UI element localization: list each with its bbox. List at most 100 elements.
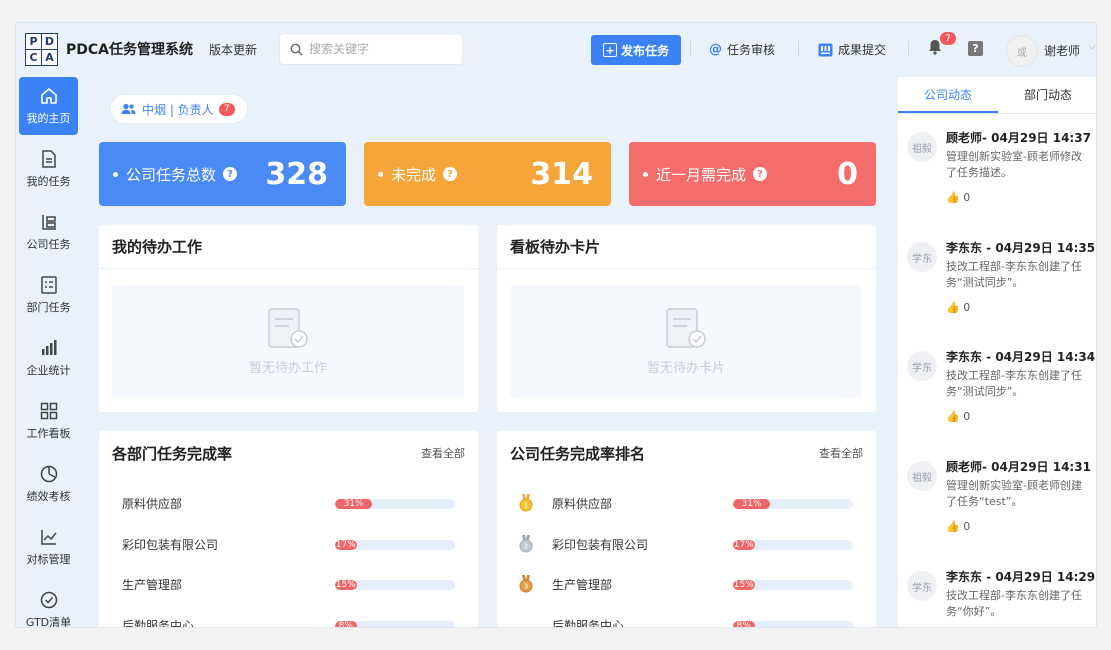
- sidebar-item-gtd[interactable]: GTD清单: [19, 581, 78, 627]
- rank-row: 3 生产管理部 15%: [497, 574, 876, 594]
- empty-state: 暂无待办工作: [112, 285, 464, 397]
- svg-text:3: 3: [524, 583, 528, 591]
- sidebar: 我的主页 我的任务 公司任务 部门任务 企业统计 工作看板 绩效考核 对标管理: [16, 75, 84, 627]
- search-box[interactable]: [279, 33, 464, 65]
- gold-medal-icon: 1: [519, 494, 533, 512]
- stat-card-incomplete[interactable]: 未完成? 314: [364, 142, 611, 206]
- progress-bar: 31%: [335, 499, 455, 509]
- search-icon: [290, 43, 303, 55]
- progress-bar: 17%: [335, 540, 455, 550]
- checklist-icon: [40, 276, 57, 294]
- feed-item: 学东 李东东 - 04月29日 14:29 技改工程部-李东东创建了任务“你好”…: [898, 566, 1096, 627]
- dept-rate-row: 生产管理部 15%: [99, 574, 478, 594]
- board-icon: [818, 43, 833, 56]
- stat-card-total[interactable]: 公司任务总数? 328: [99, 142, 346, 206]
- progress-bar: 8%: [335, 621, 455, 627]
- submit-results-link[interactable]: 成果提交: [818, 41, 886, 58]
- bronze-medal-icon: 3: [519, 575, 533, 593]
- progress-bar: 31%: [733, 499, 853, 509]
- silver-medal-icon: 2: [519, 535, 533, 553]
- bullet-icon: [378, 171, 383, 177]
- thumbs-up-icon: 👍: [946, 410, 960, 423]
- help-icon[interactable]: ?: [968, 41, 983, 56]
- thumbs-up-icon: 👍: [946, 301, 960, 314]
- stat-value: 328: [265, 156, 328, 192]
- empty-document-icon: [268, 307, 308, 348]
- bar-chart-icon: [41, 340, 56, 355]
- avatar: 学东: [907, 242, 937, 272]
- thumbs-up-icon: 👍: [946, 520, 960, 533]
- view-all-link[interactable]: 查看全部: [819, 445, 863, 461]
- progress-bar: 15%: [733, 580, 853, 590]
- feed-item: 学东 李东东 - 04月29日 14:34 技改工程部-李东东创建了任务“测试同…: [898, 346, 1096, 446]
- hierarchy-icon: [41, 215, 56, 230]
- task-review-link[interactable]: @ 任务审核: [709, 41, 775, 58]
- org-count-badge: 7: [218, 102, 235, 116]
- view-all-link[interactable]: 查看全部: [421, 445, 465, 461]
- sidebar-item-company-tasks[interactable]: 公司任务: [19, 203, 78, 261]
- feed-item: 学东 李东东 - 04月29日 14:35 技改工程部-李东东创建了任务“测试同…: [898, 237, 1096, 337]
- empty-state: 暂无待办卡片: [510, 285, 862, 397]
- avatar: 祖毅: [907, 132, 937, 162]
- svg-text:2: 2: [524, 543, 528, 551]
- like-button[interactable]: 👍 0: [946, 410, 970, 423]
- bell-icon[interactable]: [928, 39, 942, 59]
- progress-bar: 15%: [335, 580, 455, 590]
- divider: [908, 41, 909, 57]
- user-name[interactable]: 谢老师: [1044, 42, 1080, 59]
- avatar: 祖毅: [907, 461, 937, 491]
- plus-icon: +: [602, 43, 617, 57]
- like-button[interactable]: 👍 0: [946, 191, 970, 204]
- check-circle-icon: [40, 591, 57, 609]
- like-button[interactable]: 👍 0: [946, 520, 970, 533]
- publish-task-button[interactable]: + 发布任务: [591, 35, 681, 65]
- dept-rate-row: 后勤服务中心 8%: [99, 615, 478, 627]
- sidebar-item-statistics[interactable]: 企业统计: [19, 329, 78, 387]
- question-icon[interactable]: ?: [443, 167, 458, 181]
- app-window: P D C A PDCA任务管理系统 版本更新 + 发布任务 @ 任务审核 成果…: [15, 22, 1097, 628]
- sidebar-item-kanban[interactable]: 工作看板: [19, 392, 78, 450]
- sidebar-item-dept-tasks[interactable]: 部门任务: [19, 266, 78, 324]
- rank-row: 后勤服务中心 8%: [497, 615, 876, 627]
- dept-rate-row: 原料供应部 31%: [99, 493, 478, 513]
- target-icon: [40, 465, 57, 483]
- divider: [798, 41, 799, 57]
- question-icon[interactable]: ?: [223, 167, 238, 181]
- activity-feed: 公司动态 部门动态 祖毅 顾老师- 04月29日 14:37 管理创新实验室-顾…: [898, 77, 1096, 627]
- org-selector[interactable]: 中烟 | 负责人 7: [111, 95, 247, 123]
- divider: [690, 41, 691, 57]
- avatar: 学东: [907, 571, 937, 601]
- sidebar-item-performance[interactable]: 绩效考核: [19, 455, 78, 513]
- users-icon: [121, 103, 136, 114]
- progress-bar: 17%: [733, 540, 853, 550]
- sidebar-item-my-tasks[interactable]: 我的任务: [19, 140, 78, 198]
- bullet-icon: [113, 171, 118, 177]
- app-title: PDCA任务管理系统: [66, 42, 193, 58]
- feed-tabs: 公司动态 部门动态: [898, 77, 1096, 114]
- chevron-down-icon[interactable]: ⌵: [1089, 42, 1096, 52]
- bullet-icon: [643, 171, 648, 177]
- todo-panel: 我的待办工作 暂无待办工作: [99, 225, 478, 412]
- question-icon[interactable]: ?: [753, 167, 768, 181]
- at-icon: @: [709, 42, 722, 57]
- svg-text:1: 1: [524, 502, 528, 510]
- notification-badge: 7: [940, 32, 956, 45]
- tab-company-news[interactable]: 公司动态: [898, 77, 998, 113]
- thumbs-up-icon: 👍: [946, 191, 960, 204]
- feed-item: 祖毅 顾老师- 04月29日 14:31 管理创新实验室-顾老师创建了任务“te…: [898, 456, 1096, 556]
- avatar: 学东: [907, 351, 937, 381]
- dept-completion-panel: 各部门任务完成率 查看全部 原料供应部 31% 彩印包装有限公司 17% 生产管…: [99, 431, 478, 627]
- sidebar-item-home[interactable]: 我的主页: [19, 77, 78, 135]
- user-avatar[interactable]: 或: [1006, 35, 1038, 67]
- version-update-link[interactable]: 版本更新: [209, 41, 257, 58]
- like-button[interactable]: 👍 0: [946, 301, 970, 314]
- panel-title: 我的待办工作: [112, 238, 203, 256]
- panel-title: 各部门任务完成率: [112, 444, 233, 463]
- stat-card-due-month[interactable]: 近一月需完成? 0: [629, 142, 876, 206]
- line-chart-icon: [40, 530, 57, 545]
- search-input[interactable]: [309, 42, 460, 56]
- tab-dept-news[interactable]: 部门动态: [998, 77, 1096, 113]
- pdca-logo: P D C A: [25, 32, 58, 66]
- sidebar-item-benchmark[interactable]: 对标管理: [19, 518, 78, 576]
- rank-row: 2 彩印包装有限公司 17%: [497, 534, 876, 554]
